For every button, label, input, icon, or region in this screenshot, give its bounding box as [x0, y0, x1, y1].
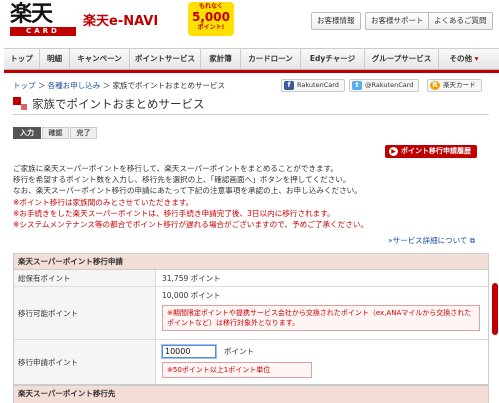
- apply-points-cell: ポイント ※50ポイント以上1ポイント単位: [162, 340, 488, 378]
- table-row: 移行可能ポイント 10,000 ポイント ※期間限定ポイントや提携サービス会社か…: [14, 287, 488, 340]
- rakuten-icon: R: [430, 81, 440, 90]
- page-title: 家族でポイントおまとめサービス: [32, 97, 205, 111]
- apply-points-label: 移行申請ポイント: [14, 340, 156, 384]
- service-details-label: サービス詳細について: [392, 236, 468, 245]
- transfer-history-button[interactable]: ▶ ポイント移行申請履歴: [385, 145, 477, 158]
- nav-other-label: その他: [449, 54, 473, 63]
- nav-household-book[interactable]: 家計簿: [201, 49, 241, 69]
- promo-banner[interactable]: もれなく 5,000 ポイント!: [188, 2, 234, 36]
- transfer-application-table: 楽天スーパーポイント移行申請 総保有ポイント 31,759 ポイント 移行可能ポ…: [13, 253, 489, 385]
- nav-edy-charge[interactable]: Edyチャージ: [301, 49, 365, 69]
- apply-points-note: ※50ポイント以上1ポイント単位: [162, 362, 312, 378]
- facebook-icon: f: [284, 81, 294, 90]
- transferable-points-value: 10,000 ポイント: [162, 291, 221, 300]
- description-line: 移行を希望するポイント数を入力し、移行先を選択の上、「確認画面へ」ボタンを押して…: [13, 175, 351, 185]
- twitter-label: @RakutenCard: [365, 81, 414, 89]
- table-row: 移行申請ポイント ポイント ※50ポイント以上1ポイント単位: [14, 340, 488, 384]
- step-complete: 完了: [70, 127, 97, 139]
- transfer-destination-heading: 楽天スーパーポイント移行先: [13, 385, 489, 403]
- faq-button[interactable]: よくあるご質問: [428, 12, 493, 30]
- description-line: なお、楽天スーパーポイント移行の申請にあたって下記の注意事項を承認の上、お申し込…: [13, 186, 362, 196]
- table-heading: 楽天スーパーポイント移行申請: [14, 254, 488, 270]
- apply-points-unit: ポイント: [224, 347, 254, 356]
- nav-campaign[interactable]: キャンペーン: [70, 49, 130, 69]
- service-details-link[interactable]: »サービス詳細について ⧉: [388, 235, 475, 246]
- logo-card-text: CARD: [10, 27, 76, 36]
- breadcrumb-separator: ＞: [102, 81, 111, 90]
- breadcrumb-top[interactable]: トップ: [13, 81, 36, 90]
- rakuten-card-button[interactable]: R 楽天カード: [427, 79, 482, 92]
- logo-text: 楽天: [10, 2, 53, 27]
- enavi-title[interactable]: 楽天e-NAVI: [83, 10, 158, 29]
- rakuten-card-label: 楽天カード: [443, 81, 476, 89]
- twitter-button[interactable]: t @RakutenCard: [349, 79, 420, 92]
- held-points-value: 31,759 ポイント: [162, 274, 221, 283]
- nav-other[interactable]: その他 ▾: [439, 49, 489, 69]
- chevron-down-icon: ▾: [474, 54, 479, 63]
- nav-card-loan[interactable]: カードローン: [241, 49, 301, 69]
- divider: [13, 114, 489, 115]
- notice-line: ※ポイント移行は家族間のみとさせていただきます。: [13, 197, 194, 207]
- twitter-icon: t: [352, 81, 362, 90]
- nav-point-service[interactable]: ポイントサービス: [130, 49, 201, 69]
- promo-points: 5,000: [192, 10, 230, 24]
- customer-info-button[interactable]: お客様情報: [311, 12, 361, 30]
- table-row: 総保有ポイント 31,759 ポイント: [14, 270, 488, 287]
- nav-group-service[interactable]: グループサービス: [365, 49, 439, 69]
- breadcrumb-separator: ＞: [37, 81, 46, 90]
- facebook-button[interactable]: f RakutenCard: [281, 79, 345, 92]
- rakuten-card-logo[interactable]: 楽天 CARD: [10, 4, 76, 36]
- nav-top[interactable]: トップ: [4, 49, 40, 69]
- transferable-points-cell: 10,000 ポイント ※期間限定ポイントや提携サービス会社から交換されたポイン…: [162, 287, 488, 331]
- description-line: ご家族に楽天スーパーポイントを移行して、楽天スーパーポイントをまとめることができ…: [13, 164, 339, 173]
- transferable-note: ※期間限定ポイントや提携サービス会社から交換されたポイント（ex,ANAマイルか…: [162, 305, 480, 331]
- held-points-label: 総保有ポイント: [14, 270, 156, 286]
- breadcrumb-applications[interactable]: 各種お申し込み: [48, 81, 101, 90]
- step-input: 入力: [13, 127, 41, 139]
- notice-line: ※お手続きをした楽天スーパーポイントは、移行手続き申請完了後、3日以内に移行され…: [13, 208, 335, 218]
- transferable-points-label: 移行可能ポイント: [14, 287, 156, 339]
- nav-statement[interactable]: 明細: [40, 49, 70, 69]
- nav-accent-bar: [4, 70, 499, 73]
- apply-points-input[interactable]: [162, 345, 216, 358]
- facebook-label: RakutenCard: [297, 81, 339, 89]
- description: ご家族に楽天スーパーポイントを移行して、楽天スーパーポイントをまとめることができ…: [13, 163, 489, 230]
- title-mark-icon: [21, 104, 27, 110]
- breadcrumb-current: 家族でポイントおまとめサービス: [112, 81, 226, 90]
- external-window-icon: ⧉: [467, 236, 476, 245]
- breadcrumb: トップ ＞ 各種お申し込み ＞ 家族でポイントおまとめサービス: [13, 80, 225, 91]
- scrollbar[interactable]: [492, 283, 498, 335]
- promo-line3: ポイント!: [197, 24, 225, 31]
- notice-line: ※システムメンテナンス等の都合でポイント移行が遅れる場合がございますので、予めご…: [13, 220, 368, 230]
- step-confirm: 確認: [42, 127, 69, 139]
- customer-support-button[interactable]: お客様サポート: [365, 12, 430, 30]
- transfer-history-label: ポイント移行申請履歴: [401, 147, 471, 155]
- arrow-right-icon: ▶: [389, 147, 398, 156]
- header: 楽天 CARD 楽天e-NAVI もれなく 5,000 ポイント! お客様情報 …: [0, 0, 499, 40]
- global-nav: トップ 明細 キャンペーン ポイントサービス 家計簿 カードローン Edyチャー…: [4, 48, 499, 70]
- title-mark-icon: [13, 97, 21, 105]
